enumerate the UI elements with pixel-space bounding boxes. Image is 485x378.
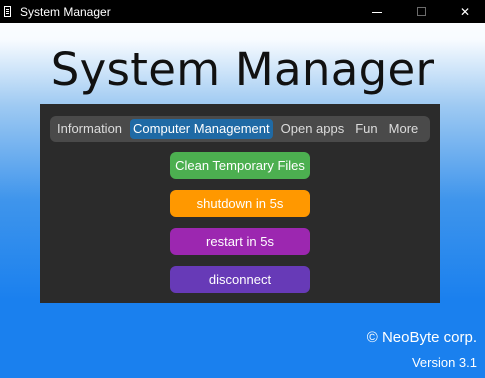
close-button[interactable]: ✕ (445, 0, 485, 23)
tab-information[interactable]: Information (54, 119, 125, 139)
tab-bar: Information Computer Management Open app… (50, 116, 430, 142)
minimize-icon (372, 12, 382, 13)
page-title: System Manager (50, 43, 435, 96)
maximize-icon (416, 7, 426, 16)
tab-open-apps[interactable]: Open apps (278, 119, 348, 139)
tab-more[interactable]: More (386, 119, 422, 139)
copyright-text: © NeoByte corp. (366, 329, 477, 346)
disconnect-button[interactable]: disconnect (170, 266, 310, 293)
app-icon (4, 6, 11, 17)
title-bar: System Manager ✕ (0, 0, 485, 23)
maximize-button[interactable] (401, 0, 441, 23)
minimize-button[interactable] (357, 0, 397, 23)
shutdown-button[interactable]: shutdown in 5s (170, 190, 310, 217)
window-title: System Manager (20, 4, 111, 19)
tab-computer-management[interactable]: Computer Management (130, 119, 273, 139)
main-panel: Information Computer Management Open app… (40, 104, 440, 303)
version-text: Version 3.1 (411, 355, 477, 370)
close-icon: ✕ (459, 4, 471, 19)
restart-button[interactable]: restart in 5s (170, 228, 310, 255)
clean-temp-files-button[interactable]: Clean Temporary Files (170, 152, 310, 179)
tab-fun[interactable]: Fun (352, 119, 380, 139)
